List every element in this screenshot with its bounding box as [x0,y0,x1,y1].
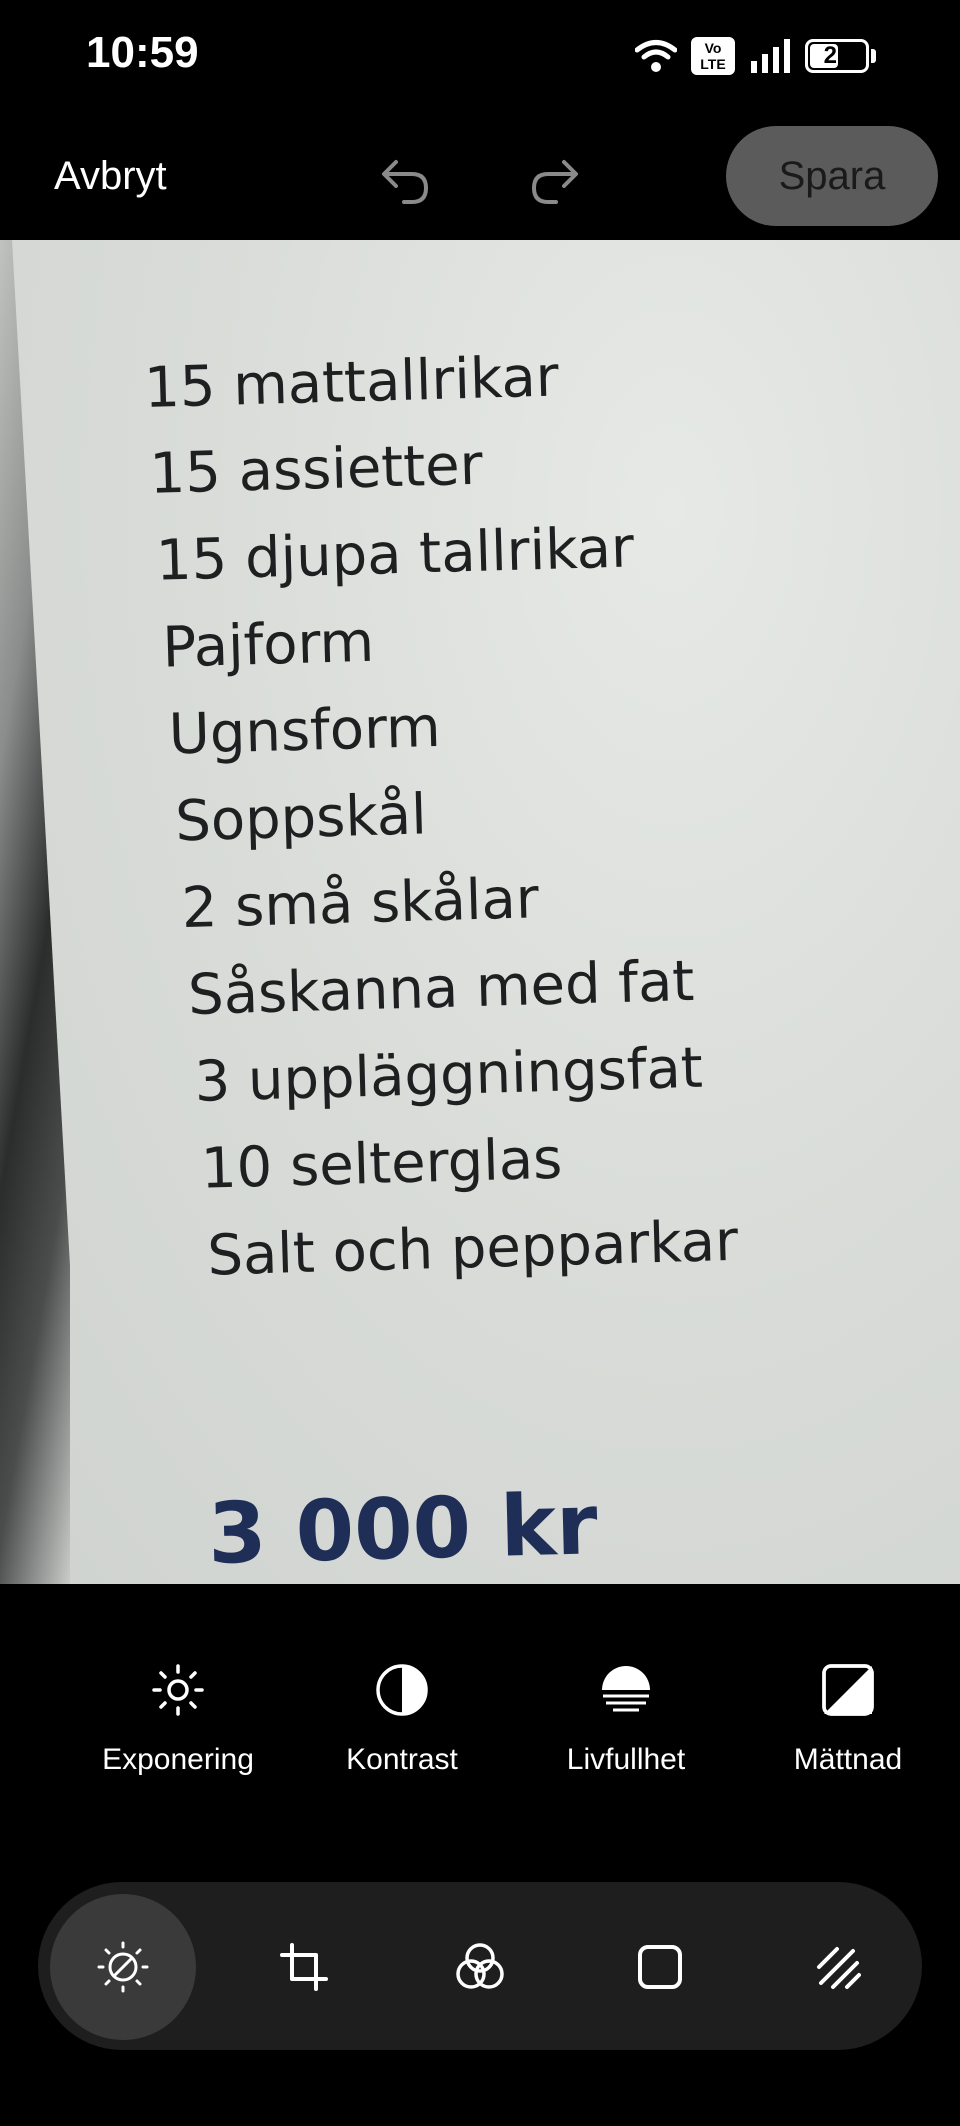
frame-icon [638,1945,682,1989]
status-icons: Vo LTE 25 [635,34,876,78]
signal-icon [751,39,790,73]
tool-label: Kontrast [346,1743,458,1776]
photo-text-list: 15 mattallrikar 15 assietter 15 djupa ta… [0,240,960,1583]
photo-line: Ugnsform [167,694,442,768]
save-button[interactable]: Spara [726,126,938,226]
vibrance-icon [602,1666,650,1712]
tool-vibrance[interactable]: Livfullhet [516,1660,736,1777]
nav-filters[interactable] [407,1894,553,2040]
crop-icon [280,1943,328,1991]
photo-line: 15 djupa tallrikar [155,515,635,594]
brightness-icon [152,1664,204,1716]
photo-line: 10 selterglas [200,1126,564,1202]
draw-icon [817,1947,861,1989]
status-bar: 10:59 Vo LTE 25 [0,0,960,110]
tool-saturation[interactable]: Mättnad [738,1660,958,1777]
undo-icon[interactable] [374,148,438,212]
photo-line: Soppskål [174,782,428,855]
adjust-icon [97,1941,149,1993]
battery-icon: 25 [805,39,869,73]
photo-line: Såskanna med fat [187,948,696,1029]
nav-adjust[interactable] [50,1894,196,2040]
status-time: 10:59 [86,28,199,77]
battery-level: 25 [823,42,851,69]
tool-exposure[interactable]: Exponering [68,1660,288,1777]
photo-line: 15 mattallrikar [143,344,560,422]
filters-icon [456,1943,504,1989]
adjustment-tools: Exponering Kontrast Livfullhet Mättnad [0,1660,960,1800]
photo-canvas[interactable]: 15 mattallrikar 15 assietter 15 djupa ta… [0,240,960,1584]
tool-contrast[interactable]: Kontrast [292,1660,512,1777]
tool-label: Mättnad [793,1743,903,1776]
contrast-icon [376,1664,428,1716]
nav-crop[interactable] [231,1894,377,2040]
editor-toolbar: Avbryt Spara [0,118,960,238]
nav-draw[interactable] [766,1894,912,2040]
photo-line: 15 assietter [148,432,484,507]
wifi-icon [635,40,677,72]
tool-label: Livfullhet [566,1743,686,1776]
nav-frame[interactable] [587,1894,733,2040]
saturation-icon [822,1664,874,1716]
cancel-button[interactable]: Avbryt [54,154,167,199]
editor-bottom-nav [38,1882,922,2050]
photo-line: Salt och pepparkar [206,1208,739,1289]
photo-line: 2 små skålar [180,866,540,942]
volte-icon: Vo LTE [691,37,735,75]
photo-price: 3 000 kr [206,1475,599,1583]
photo-line: Pajform [161,609,375,681]
battery-tip [871,49,876,63]
photo-line: 3 uppläggningsfat [193,1035,704,1115]
tool-label: Exponering [102,1743,254,1776]
redo-icon[interactable] [522,148,586,212]
